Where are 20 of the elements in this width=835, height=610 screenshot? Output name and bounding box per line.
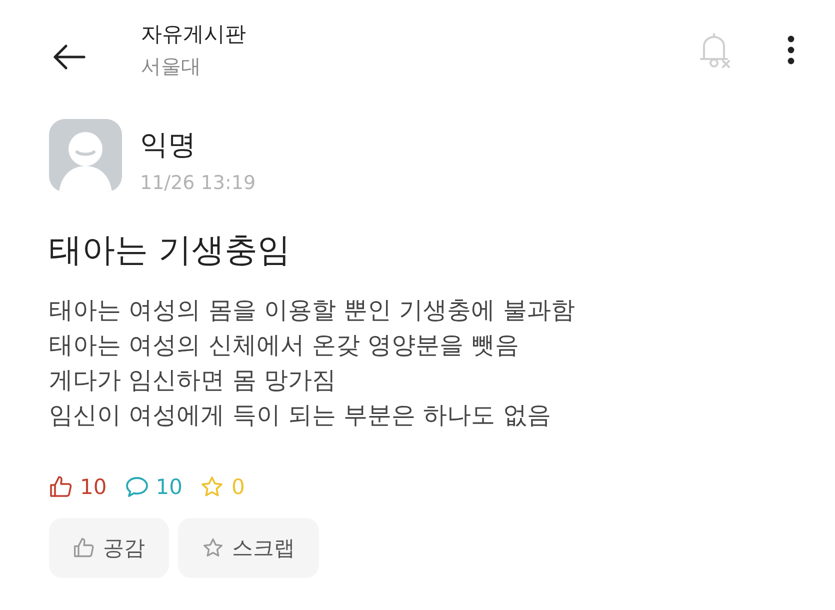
star-icon (202, 537, 224, 559)
body-text-line: 태아는 여성의 신체에서 온갖 영양분을 뺏음 (49, 330, 520, 361)
bell-off-icon (699, 32, 733, 68)
author-name: 익명 (140, 127, 197, 163)
scrap-button[interactable]: 스크랩 (178, 518, 319, 578)
post-title: 태아는 기생충임 (49, 229, 292, 271)
body-text-line: 임신이 여성에게 득이 되는 부분은 하나도 없음 (49, 400, 552, 431)
like-button[interactable]: 공감 (49, 518, 169, 578)
more-vertical-icon (787, 35, 795, 65)
avatar-icon (49, 119, 122, 192)
back-arrow-icon (52, 43, 86, 71)
post-time: 11/26 13:19 (140, 171, 256, 196)
board-title: 자유게시판 (141, 21, 247, 48)
scrap-count: 0 (231, 474, 245, 501)
body-text-line: 게다가 임신하면 몸 망가짐 (49, 365, 337, 396)
school-name: 서울대 (141, 53, 202, 80)
body-text-line: 태아는 여성의 몸을 이용할 뿐인 기생충에 불과함 (49, 295, 576, 326)
thumbs-up-icon (73, 537, 95, 559)
comment-count: 10 (156, 474, 182, 501)
like-count: 10 (80, 474, 107, 501)
